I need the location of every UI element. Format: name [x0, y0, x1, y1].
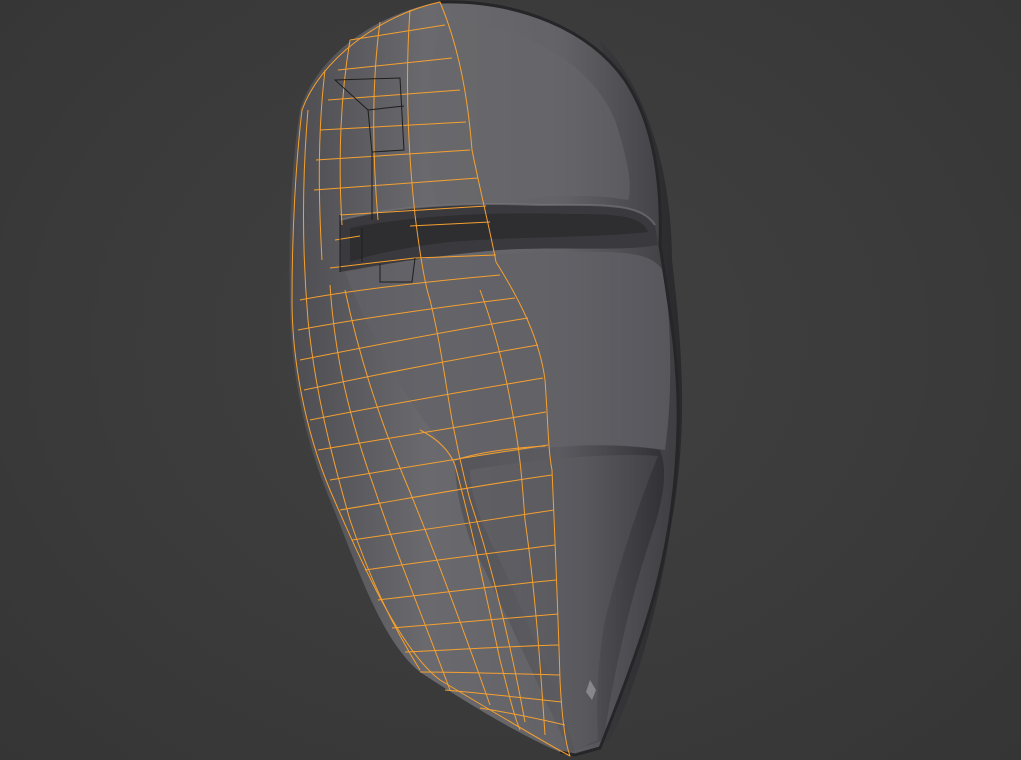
3d-viewport[interactable] — [0, 0, 1021, 760]
forehead-highlight — [425, 20, 630, 212]
mask-model[interactable] — [0, 0, 1021, 760]
